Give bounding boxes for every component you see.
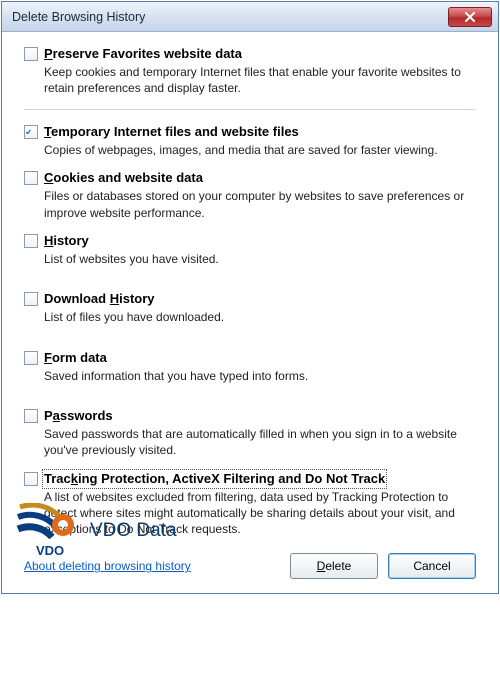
option-history: History List of websites you have visite…	[24, 233, 476, 267]
option-download-history: Download History List of files you have …	[24, 291, 476, 325]
checkbox-temporary-files[interactable]	[24, 125, 38, 139]
label-temporary-files[interactable]: Temporary Internet files and website fil…	[44, 124, 299, 140]
desc-passwords: Saved passwords that are automatically f…	[44, 426, 476, 458]
option-cookies: Cookies and website data Files or databa…	[24, 170, 476, 221]
option-passwords: Passwords Saved passwords that are autom…	[24, 408, 476, 459]
option-tracking-protection: Tracking Protection, ActiveX Filtering a…	[24, 471, 476, 538]
window-title: Delete Browsing History	[12, 10, 448, 24]
checkbox-preserve-favorites[interactable]	[24, 47, 38, 61]
dialog-content: Preserve Favorites website data Keep coo…	[2, 32, 498, 547]
desc-form-data: Saved information that you have typed in…	[44, 368, 476, 384]
option-temporary-files: Temporary Internet files and website fil…	[24, 124, 476, 158]
desc-preserve-favorites: Keep cookies and temporary Internet file…	[44, 64, 476, 96]
checkbox-passwords[interactable]	[24, 409, 38, 423]
checkbox-cookies[interactable]	[24, 171, 38, 185]
label-passwords[interactable]: Passwords	[44, 408, 113, 424]
desc-history: List of websites you have visited.	[44, 251, 476, 267]
label-preserve-favorites[interactable]: Preserve Favorites website data	[44, 46, 242, 62]
divider	[24, 109, 476, 110]
option-preserve-favorites: Preserve Favorites website data Keep coo…	[24, 46, 476, 97]
titlebar: Delete Browsing History	[2, 2, 498, 32]
option-form-data: Form data Saved information that you hav…	[24, 350, 476, 384]
label-history[interactable]: History	[44, 233, 89, 249]
checkbox-history[interactable]	[24, 234, 38, 248]
dialog-footer: About deleting browsing history Delete C…	[2, 547, 498, 593]
desc-temporary-files: Copies of webpages, images, and media th…	[44, 142, 476, 158]
delete-button[interactable]: Delete	[290, 553, 378, 579]
cancel-button[interactable]: Cancel	[388, 553, 476, 579]
close-icon	[464, 12, 476, 22]
label-download-history[interactable]: Download History	[44, 291, 155, 307]
label-cookies[interactable]: Cookies and website data	[44, 170, 203, 186]
about-link[interactable]: About deleting browsing history	[24, 559, 191, 573]
checkbox-form-data[interactable]	[24, 351, 38, 365]
checkbox-tracking-protection[interactable]	[24, 472, 38, 486]
checkmark-icon	[25, 126, 32, 138]
desc-download-history: List of files you have downloaded.	[44, 309, 476, 325]
desc-tracking-protection: A list of websites excluded from filteri…	[44, 489, 476, 538]
label-tracking-protection[interactable]: Tracking Protection, ActiveX Filtering a…	[44, 471, 385, 487]
close-button[interactable]	[448, 7, 492, 27]
checkbox-download-history[interactable]	[24, 292, 38, 306]
desc-cookies: Files or databases stored on your comput…	[44, 188, 476, 220]
label-form-data[interactable]: Form data	[44, 350, 107, 366]
dialog-window: Delete Browsing History Preserve Favorit…	[1, 1, 499, 594]
